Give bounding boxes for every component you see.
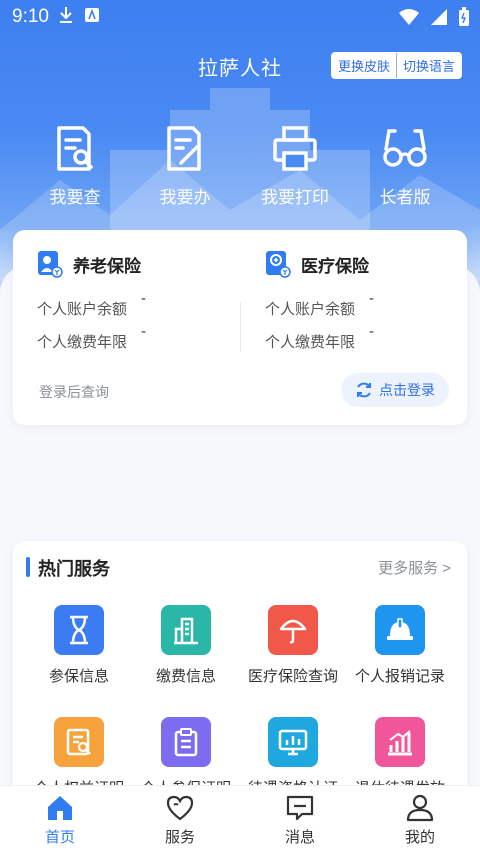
service-label: 医疗保险查询	[247, 668, 338, 685]
quick-action-elder-mode[interactable]: 长者版	[350, 125, 460, 208]
tab-home[interactable]: 首页	[0, 794, 120, 847]
pension-years-label: 个人缴费年限	[37, 334, 128, 351]
login-hint: 登录后查询	[39, 384, 109, 400]
home-icon	[48, 796, 72, 820]
quick-action-print[interactable]: 我要打印	[240, 125, 350, 208]
doc-search-icon	[54, 717, 104, 767]
medical-years-row: 个人缴费年限 -	[265, 323, 374, 352]
refresh-icon	[357, 382, 371, 398]
service-item[interactable]: 医疗保险查询	[237, 605, 349, 686]
app-notification-icon	[85, 8, 99, 22]
header-actions: 更换皮肤 切换语言	[330, 52, 462, 79]
signal-icon	[431, 9, 447, 25]
pension-years-value: -	[141, 323, 146, 340]
printer-icon	[273, 126, 317, 171]
hot-services-card: 热门服务 更多服务 > 参保信息 缴费信息 医疗保险查询 个人报销记录 个人权益…	[13, 541, 467, 801]
battery-icon	[459, 7, 469, 26]
bar-chart-icon	[375, 717, 425, 767]
medical-years-label: 个人缴费年限	[265, 334, 356, 351]
medical-balance-value: -	[369, 290, 374, 307]
more-services-link[interactable]: 更多服务 >	[378, 557, 451, 578]
building-icon	[161, 605, 211, 655]
medical-icon	[266, 251, 291, 278]
medical-title: 医疗保险	[301, 256, 369, 276]
user-icon	[406, 794, 434, 822]
hourglass-icon	[54, 605, 104, 655]
monitor-chart-icon	[268, 717, 318, 767]
service-item[interactable]: 个人报销记录	[344, 605, 456, 686]
tab-services[interactable]: 服务	[120, 794, 240, 847]
quick-action-handle[interactable]: 我要办	[130, 125, 240, 208]
medical-section[interactable]: 医疗保险 个人账户余额 - 个人缴费年限 -	[265, 250, 374, 352]
status-time: 9:10	[12, 6, 49, 27]
change-skin-button[interactable]: 更换皮肤	[331, 53, 396, 78]
helmet-icon	[375, 605, 425, 655]
pension-balance-label: 个人账户余额	[37, 301, 128, 318]
login-button[interactable]: 点击登录	[341, 373, 449, 407]
status-bar: 9:10	[0, 0, 480, 34]
service-label: 缴费信息	[155, 668, 216, 685]
pension-icon	[38, 251, 63, 278]
section-accent-bar	[26, 557, 30, 577]
service-label: 参保信息	[48, 668, 109, 685]
pension-years-row: 个人缴费年限 -	[37, 323, 146, 352]
login-button-label: 点击登录	[379, 382, 435, 398]
service-item[interactable]: 缴费信息	[130, 605, 242, 686]
medical-balance-label: 个人账户余额	[265, 301, 356, 318]
medical-balance-row: 个人账户余额 -	[265, 290, 374, 319]
quick-action-elder-mode-label: 长者版	[379, 188, 431, 207]
tab-home-label: 首页	[44, 829, 75, 846]
pension-balance-value: -	[141, 290, 146, 307]
clipboard-icon	[161, 717, 211, 767]
heart-icon	[166, 795, 194, 821]
insurance-card: 养老保险 个人账户余额 - 个人缴费年限 - 医疗保险 个人账户余额 - 个人缴…	[13, 230, 467, 425]
insurance-divider	[240, 302, 241, 352]
glasses-icon	[383, 129, 427, 167]
pension-balance-row: 个人账户余额 -	[37, 290, 146, 319]
download-icon	[60, 7, 72, 23]
quick-action-query-label: 我要查	[49, 188, 101, 207]
hot-services-title: 热门服务	[38, 559, 110, 579]
pension-title: 养老保险	[73, 256, 141, 276]
service-item[interactable]: 参保信息	[23, 605, 135, 686]
quick-action-print-label: 我要打印	[261, 188, 329, 207]
message-icon	[286, 795, 314, 821]
tab-services-label: 服务	[164, 829, 195, 846]
quick-action-query[interactable]: 我要查	[20, 125, 130, 208]
doc-edit-icon	[167, 126, 201, 171]
umbrella-icon	[268, 605, 318, 655]
tab-profile[interactable]: 我的	[360, 794, 480, 847]
change-language-button[interactable]: 切换语言	[395, 53, 461, 78]
pension-section[interactable]: 养老保险 个人账户余额 - 个人缴费年限 -	[37, 250, 146, 352]
doc-search-icon	[57, 126, 93, 171]
service-label: 个人报销记录	[354, 668, 445, 685]
wifi-icon	[399, 9, 419, 25]
medical-years-value: -	[369, 323, 374, 340]
tab-messages[interactable]: 消息	[240, 794, 360, 847]
bottom-tab-bar: 首页 服务 消息 我的	[0, 785, 480, 853]
quick-action-handle-label: 我要办	[159, 188, 211, 207]
tab-profile-label: 我的	[404, 829, 435, 846]
tab-messages-label: 消息	[284, 829, 315, 846]
